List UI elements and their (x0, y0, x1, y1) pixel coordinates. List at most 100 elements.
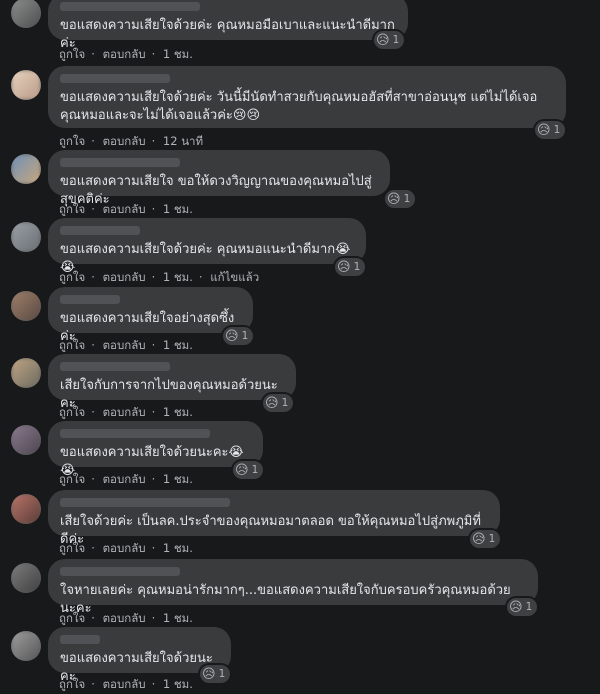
avatar[interactable] (11, 425, 41, 455)
reaction-badge[interactable]: 😥 1 (385, 190, 416, 208)
reaction-count: 1 (403, 193, 411, 205)
reply-link[interactable]: ตอบกลับ (103, 270, 146, 284)
reply-link[interactable]: ตอบกลับ (103, 134, 146, 148)
reaction-count: 1 (392, 34, 400, 46)
comment-timestamp[interactable]: 1 ชม. (163, 270, 193, 284)
comment-text-body: ขอแสดงความเสียใจด้วยนะคะ (60, 445, 229, 460)
like-link[interactable]: ถูกใจ (59, 134, 85, 148)
avatar[interactable] (11, 494, 41, 524)
comment-bubble: ขอแสดงความเสียใจด้วยค่ะ คุณหมอมือเบาและแ… (48, 0, 408, 51)
comment-timestamp[interactable]: 1 ชม. (163, 338, 193, 352)
reply-link[interactable]: ตอบกลับ (103, 202, 146, 216)
comment-actions: ถูกใจ · ตอบกลับ · 1 ชม. (59, 677, 193, 691)
commenter-name-redacted[interactable] (60, 635, 100, 644)
comment-actions: ถูกใจ · ตอบกลับ · 1 ชม. · แก้ไขแล้ว (59, 270, 260, 284)
reaction-count: 1 (525, 601, 533, 613)
comment-timestamp[interactable]: 1 ชม. (163, 472, 193, 486)
commenter-name-redacted[interactable] (60, 2, 200, 11)
avatar[interactable] (11, 70, 41, 100)
like-link[interactable]: ถูกใจ (59, 611, 85, 625)
sad-face-icon: 😥 (537, 122, 551, 138)
like-link[interactable]: ถูกใจ (59, 338, 85, 352)
comment-text-body: ขอแสดงความเสียใจด้วยค่ะ คุณหมอแนะนำดีมาก (60, 242, 336, 257)
avatar[interactable] (11, 358, 41, 388)
avatar[interactable] (11, 154, 41, 184)
reply-link[interactable]: ตอบกลับ (103, 338, 146, 352)
sad-face-icon: 😥 (387, 191, 401, 207)
comment-feed: ขอแสดงความเสียใจด้วยค่ะ คุณหมอมือเบาและแ… (0, 0, 600, 691)
comment-timestamp[interactable]: 1 ชม. (163, 405, 193, 419)
avatar[interactable] (11, 631, 41, 661)
comment-timestamp[interactable]: 1 ชม. (163, 611, 193, 625)
like-link[interactable]: ถูกใจ (59, 677, 85, 691)
comment-bubble: ขอแสดงความเสียใจอย่างสุดซึ้งค่ะ (48, 287, 253, 344)
sad-face-icon: 😥 (265, 395, 279, 411)
commenter-name-redacted[interactable] (60, 226, 140, 235)
sad-face-icon: 😥 (235, 462, 249, 478)
like-link[interactable]: ถูกใจ (59, 541, 85, 555)
comment-text-body: ขอแสดงความเสียใจด้วยค่ะ วันนี้มีนัดทำสวย… (60, 90, 538, 123)
comment-actions: ถูกใจ · ตอบกลับ · 1 ชม. (59, 338, 193, 352)
comment-actions: ถูกใจ · ตอบกลับ · 1 ชม. (59, 611, 193, 625)
avatar[interactable] (11, 222, 41, 252)
avatar[interactable] (11, 291, 41, 321)
comment-bubble: ขอแสดงความเสียใจ ขอให้ดวงวิญญาณของคุณหมอ… (48, 150, 390, 207)
reaction-badge[interactable]: 😥 1 (263, 394, 294, 412)
comment-timestamp[interactable]: 1 ชม. (163, 47, 193, 61)
reaction-count: 1 (488, 533, 496, 545)
sad-face-icon: 😥 (472, 531, 486, 547)
comment-bubble: ขอแสดงความเสียใจด้วยนะคะ😭😭 (48, 421, 263, 478)
like-link[interactable]: ถูกใจ (59, 202, 85, 216)
reaction-count: 1 (218, 668, 226, 680)
reaction-badge[interactable]: 😥 1 (335, 258, 366, 276)
reaction-badge[interactable]: 😥 1 (507, 598, 538, 616)
comment-timestamp[interactable]: 1 ชม. (163, 541, 193, 555)
like-link[interactable]: ถูกใจ (59, 270, 85, 284)
commenter-name-redacted[interactable] (60, 498, 230, 507)
comment-timestamp[interactable]: 1 ชม. (163, 677, 193, 691)
comment-bubble: ขอแสดงความเสียใจด้วยค่ะ วันนี้มีนัดทำสวย… (48, 66, 566, 128)
like-link[interactable]: ถูกใจ (59, 405, 85, 419)
commenter-name-redacted[interactable] (60, 567, 180, 576)
reaction-badge[interactable]: 😥 1 (223, 327, 254, 345)
commenter-name-redacted[interactable] (60, 158, 180, 167)
comment-bubble: ใจหายเลยค่ะ คุณหมอน่ารักมากๆ...ขอแสดงควา… (48, 559, 538, 616)
avatar[interactable] (11, 0, 41, 28)
comment-actions: ถูกใจ · ตอบกลับ · 12 นาที (59, 134, 204, 148)
comment-bubble: เสียใจด้วยค่ะ เป็นลค.ประจำของคุณหมอมาตลอ… (48, 490, 500, 547)
sad-face-icon: 😥 (225, 328, 239, 344)
like-link[interactable]: ถูกใจ (59, 47, 85, 61)
sad-face-icon: 😥 (337, 259, 351, 275)
reply-link[interactable]: ตอบกลับ (103, 47, 146, 61)
reaction-badge[interactable]: 😥 1 (470, 530, 501, 548)
comment-bubble: ขอแสดงความเสียใจด้วยค่ะ คุณหมอแนะนำดีมาก… (48, 218, 366, 275)
like-link[interactable]: ถูกใจ (59, 472, 85, 486)
avatar[interactable] (11, 563, 41, 593)
comment-actions: ถูกใจ · ตอบกลับ · 1 ชม. (59, 472, 193, 486)
comment-timestamp[interactable]: 1 ชม. (163, 202, 193, 216)
reaction-badge[interactable]: 😥 1 (374, 31, 405, 49)
sad-face-icon: 😥 (509, 599, 523, 615)
comment-bubble: เสียใจกับการจากไปของคุณหมอด้วยนะคะ (48, 354, 296, 411)
reply-link[interactable]: ตอบกลับ (103, 472, 146, 486)
sad-face-icon: 😥 (202, 666, 216, 682)
comment-actions: ถูกใจ · ตอบกลับ · 1 ชม. (59, 47, 193, 61)
commenter-name-redacted[interactable] (60, 362, 170, 371)
reply-link[interactable]: ตอบกลับ (103, 541, 146, 555)
crying-face-emoji: 😢😢 (232, 108, 261, 123)
reaction-badge[interactable]: 😥 1 (233, 461, 264, 479)
comment-actions: ถูกใจ · ตอบกลับ · 1 ชม. (59, 541, 193, 555)
reply-link[interactable]: ตอบกลับ (103, 405, 146, 419)
commenter-name-redacted[interactable] (60, 74, 170, 83)
reply-link[interactable]: ตอบกลับ (103, 611, 146, 625)
reaction-badge[interactable]: 😥 1 (535, 121, 566, 139)
reaction-count: 1 (553, 124, 561, 136)
reaction-count: 1 (353, 261, 361, 273)
reply-link[interactable]: ตอบกลับ (103, 677, 146, 691)
reaction-count: 1 (281, 397, 289, 409)
comment-timestamp[interactable]: 12 นาที (163, 134, 203, 148)
reaction-count: 1 (241, 330, 249, 342)
commenter-name-redacted[interactable] (60, 429, 210, 438)
commenter-name-redacted[interactable] (60, 295, 120, 304)
reaction-badge[interactable]: 😥 1 (200, 665, 231, 683)
